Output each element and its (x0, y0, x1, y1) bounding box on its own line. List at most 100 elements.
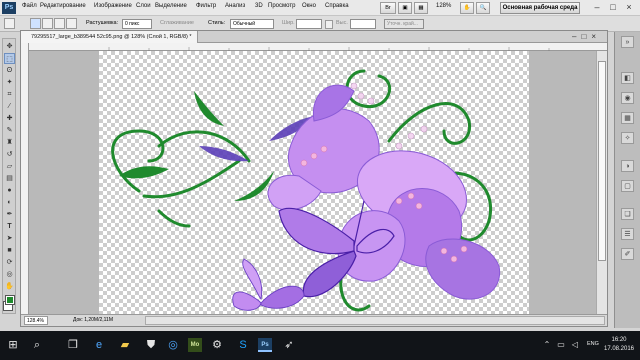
3d-camera-icon[interactable]: ◎ (4, 269, 15, 280)
dodge-icon[interactable]: ◐ (4, 197, 15, 208)
menu-file[interactable]: Файл (22, 3, 37, 9)
mini-bridge-icon[interactable]: ◧ (621, 72, 634, 84)
gradient-icon[interactable]: ▤ (4, 173, 15, 184)
photoshop-window: Ps Файл Редактирование Изображение Слои … (0, 0, 640, 360)
path-select-icon[interactable]: ➤ (4, 233, 15, 244)
menu-image[interactable]: Изображение (94, 3, 132, 9)
hand-tool-button[interactable]: ✋ (460, 2, 474, 14)
app-icon-gear[interactable]: ⚙ (210, 338, 224, 352)
style-label: Стиль: (208, 20, 226, 26)
tray-icons[interactable]: ⌃ (540, 338, 554, 352)
type-icon[interactable]: T (4, 221, 15, 232)
height-input[interactable] (350, 19, 376, 29)
extras-button[interactable]: ▦ (414, 2, 428, 14)
tool-preset-icon[interactable] (4, 18, 15, 29)
height-label: Выс. (336, 20, 348, 26)
vertical-scroll-thumb[interactable] (598, 61, 606, 261)
eyedropper-icon[interactable]: ⁄ (4, 101, 15, 112)
bridge-button[interactable]: Br (380, 2, 396, 14)
subtract-selection-icon[interactable] (54, 18, 65, 29)
menu-window[interactable]: Окно (302, 3, 316, 9)
skype-icon[interactable]: S (236, 338, 250, 352)
menu-help[interactable]: Справка (325, 3, 349, 9)
swatches-panel-icon[interactable]: ▦ (621, 112, 634, 124)
foreground-color-swatch[interactable] (5, 295, 15, 305)
image-canvas[interactable] (99, 51, 529, 314)
pen-icon[interactable]: ✒ (4, 209, 15, 220)
windows-taskbar: ⊞ ⌕ ❐ e ▰ ⛊ ◎ Mo ⚙ S Ps ➶ ⌃ ▭ ◁ ENG 16:2… (0, 331, 640, 360)
edge-browser-icon[interactable]: e (92, 338, 106, 352)
task-view-icon[interactable]: ❐ (66, 338, 80, 352)
menu-3d[interactable]: 3D (255, 3, 263, 9)
workspace-switcher[interactable]: Основная рабочая среда (500, 2, 580, 14)
photoshop-taskbar-icon[interactable]: Ps (258, 338, 272, 352)
brush-icon[interactable]: ✎ (4, 125, 15, 136)
menu-bar: Ps Файл Редактирование Изображение Слои … (0, 0, 640, 16)
document-tab-bar: 79295517_large_b389544 52c95.png @ 128% … (21, 31, 607, 43)
antialias-checkbox[interactable]: Сглаживание (160, 20, 194, 26)
width-input[interactable] (296, 19, 322, 29)
app-icon-rocket[interactable]: ➶ (282, 338, 296, 352)
zoom-level[interactable]: 128% (436, 3, 451, 9)
horizontal-scrollbar[interactable] (145, 316, 605, 325)
healing-icon[interactable]: ✚ (4, 113, 15, 124)
width-label: Шир. (282, 20, 295, 26)
style-select[interactable]: Обычный (230, 19, 274, 29)
eraser-icon[interactable]: ▱ (4, 161, 15, 172)
menu-analysis[interactable]: Анализ (225, 3, 245, 9)
panel-menu-icon[interactable]: » (621, 36, 634, 48)
toolbox: ✥ ⬚ ʘ ✦ ⌗ ⁄ ✚ ✎ ♜ ↺ ▱ ▤ ● ◐ ✒ T ➤ ■ ⟳ ◎ … (2, 38, 16, 314)
document-tab[interactable]: 79295517_large_b389544 52c95.png @ 128% … (21, 31, 198, 43)
magic-wand-icon[interactable]: ✦ (4, 77, 15, 88)
app-icon-blue[interactable]: ◎ (166, 338, 180, 352)
paths-panel-icon[interactable]: ✐ (621, 248, 634, 260)
menu-layers[interactable]: Слои (136, 3, 151, 9)
move-icon[interactable]: ✥ (4, 41, 15, 52)
windows-start-icon[interactable]: ⊞ (6, 338, 20, 352)
new-selection-icon[interactable] (30, 18, 41, 29)
marquee-icon[interactable]: ⬚ (4, 53, 15, 64)
language-indicator[interactable]: ENG (587, 341, 599, 347)
maximize-icon[interactable]: □ (606, 1, 620, 14)
3d-rotate-icon[interactable]: ⟳ (4, 257, 15, 268)
hand-icon[interactable]: ✋ (4, 281, 15, 292)
color-panel-icon[interactable]: ◉ (621, 92, 634, 104)
blur-icon[interactable]: ● (4, 185, 15, 196)
clone-stamp-icon[interactable]: ♜ (4, 137, 15, 148)
crop-icon[interactable]: ⌗ (4, 89, 15, 100)
masks-panel-icon[interactable]: ▢ (621, 180, 634, 192)
vertical-scrollbar[interactable] (596, 51, 607, 314)
swap-dimensions-icon[interactable] (325, 20, 333, 29)
close-icon[interactable]: × (622, 1, 636, 14)
document-info[interactable]: Док: 1,20M/2,11M (73, 317, 113, 323)
history-brush-icon[interactable]: ↺ (4, 149, 15, 160)
menu-filter[interactable]: Фильтр (196, 3, 216, 9)
styles-panel-icon[interactable]: ✧ (621, 132, 634, 144)
search-icon[interactable]: ⌕ (30, 338, 44, 352)
shape-icon[interactable]: ■ (4, 245, 15, 256)
file-explorer-icon[interactable]: ▰ (118, 338, 132, 352)
menu-view[interactable]: Просмотр (268, 3, 295, 9)
intersect-selection-icon[interactable] (66, 18, 77, 29)
add-selection-icon[interactable] (42, 18, 53, 29)
minimize-icon[interactable]: – (590, 1, 604, 14)
minibridge-button[interactable]: ▣ (398, 2, 412, 14)
app-icon-green[interactable]: Mo (188, 338, 202, 352)
menu-edit[interactable]: Редактирование (40, 3, 86, 9)
lasso-icon[interactable]: ʘ (4, 65, 15, 76)
zoom-tool-button[interactable]: 🔍 (476, 2, 490, 14)
document-window-controls[interactable]: –□× (572, 32, 601, 41)
layers-panel-icon[interactable]: ❏ (621, 208, 634, 220)
channels-panel-icon[interactable]: ☰ (621, 228, 634, 240)
network-icon[interactable]: ▭ (554, 338, 568, 352)
clock[interactable]: 16:20 17.08.2016 (600, 336, 638, 354)
adjustments-panel-icon[interactable]: ◑ (621, 160, 634, 172)
store-icon[interactable]: ⛊ (144, 338, 158, 352)
status-bar: 128.4% Док: 1,20M/2,11M (21, 314, 607, 326)
feather-label: Растушевка: (86, 20, 119, 26)
refine-edge-button[interactable]: Уточн. край... (384, 19, 424, 29)
zoom-input[interactable]: 128.4% (24, 316, 48, 325)
menu-select[interactable]: Выделение (155, 3, 187, 9)
feather-input[interactable]: 0 пикс (122, 19, 152, 29)
volume-icon[interactable]: ◁ (568, 338, 582, 352)
